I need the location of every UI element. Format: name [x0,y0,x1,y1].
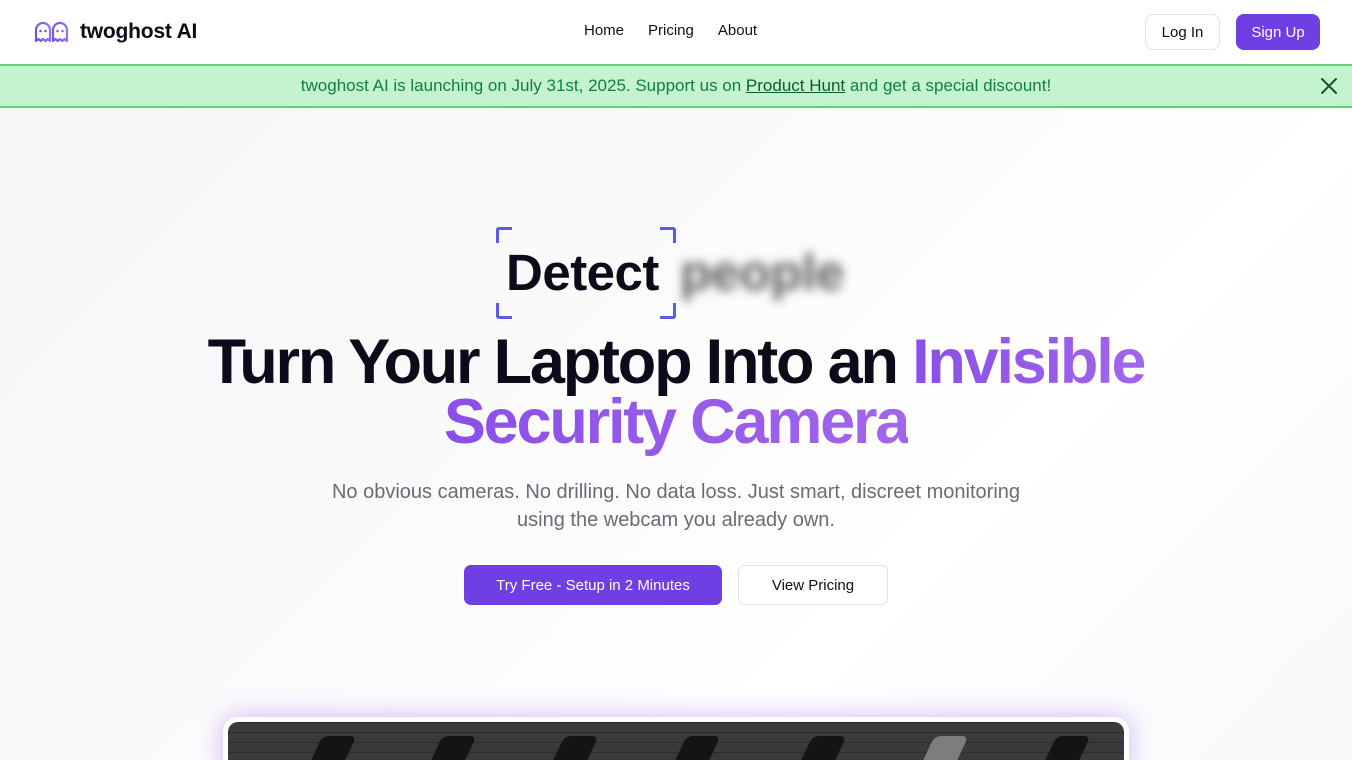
brand-name: twoghost AI [80,20,198,43]
login-button[interactable]: Log In [1145,14,1220,50]
view-pricing-button[interactable]: View Pricing [738,565,888,605]
security-cameras-image [228,722,1124,760]
hero-preview-frame [223,717,1129,760]
camera-shape [1043,736,1091,760]
hero-subtitle: No obvious cameras. No drilling. No data… [331,481,1021,531]
camera-shape [551,736,599,760]
headline-accent-invisible: Invisible [912,327,1146,397]
try-free-button[interactable]: Try Free - Setup in 2 Minutes [464,565,722,605]
ghost-pair-icon [34,19,70,45]
detect-target-word: people [680,244,845,301]
detection-frame-corner [660,303,676,319]
banner-message: twoghost AI is launching on July 31st, 2… [301,76,1051,96]
close-icon [1318,78,1340,100]
page: twoghost AI Home Pricing About Log In Si… [0,0,1352,760]
nav-about-link[interactable]: About [718,22,757,39]
camera-shape [429,736,477,760]
nav-pricing-link[interactable]: Pricing [648,22,694,39]
detect-word: Detect [506,244,659,301]
camera-shape [309,736,357,760]
detection-frame-corner [496,303,512,319]
product-hunt-link[interactable]: Product Hunt [746,76,845,95]
site-header: twoghost AI Home Pricing About Log In Si… [0,0,1352,64]
camera-shape [673,736,721,760]
banner-close-button[interactable] [1318,75,1340,97]
headline-accent-security-camera: Security Camera [443,387,910,457]
main-nav: Home Pricing About [584,22,757,39]
camera-shape [799,736,847,760]
brand-logo[interactable]: twoghost AI [34,19,197,45]
nav-home-link[interactable]: Home [584,22,624,39]
detect-animation: Detect people [496,227,856,319]
detection-frame-corner [660,227,676,243]
signup-button[interactable]: Sign Up [1236,14,1320,50]
hero-headline: Turn Your Laptop Into an Invisible Secur… [0,331,1352,454]
banner-text-before: twoghost AI is launching on July 31st, 2… [300,76,746,95]
camera-shape [921,736,969,760]
detection-frame-corner [496,227,512,243]
banner-text-after: and get a special discount! [845,76,1052,95]
launch-banner: twoghost AI is launching on July 31st, 2… [0,64,1352,108]
